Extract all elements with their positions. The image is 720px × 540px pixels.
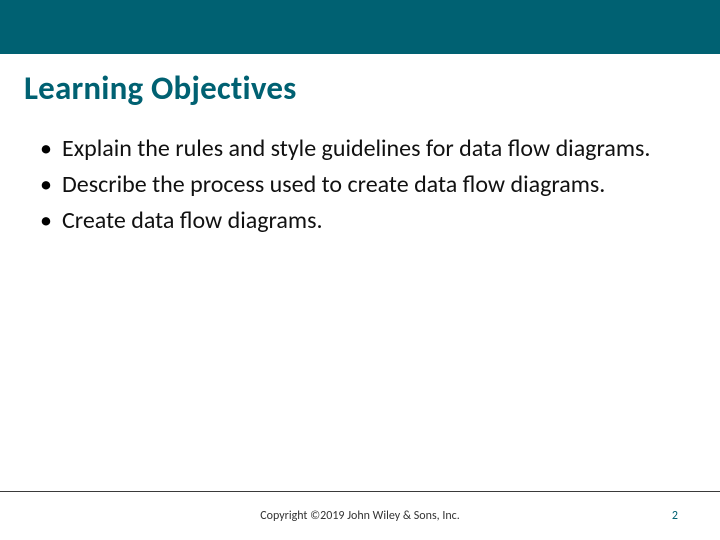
copyright-text: Copyright ©2019 John Wiley & Sons, Inc.	[260, 509, 460, 523]
list-item: Describe the process used to create data…	[34, 170, 686, 200]
objectives-list: Explain the rules and style guidelines f…	[34, 134, 686, 236]
list-item-text: Create data flow diagrams.	[62, 206, 323, 235]
footer: Copyright ©2019 John Wiley & Sons, Inc. …	[0, 492, 720, 540]
body: Explain the rules and style guidelines f…	[0, 108, 720, 242]
page-number: 2	[672, 509, 678, 523]
list-item: Explain the rules and style guidelines f…	[34, 134, 686, 164]
list-item-text: Describe the process used to create data…	[62, 170, 605, 199]
list-item-text: Explain the rules and style guidelines f…	[62, 134, 650, 163]
slide-title: Learning Objectives	[0, 54, 720, 108]
list-item: Create data flow diagrams.	[34, 206, 686, 236]
slide: Learning Objectives Explain the rules an…	[0, 0, 720, 540]
top-band	[0, 0, 720, 54]
